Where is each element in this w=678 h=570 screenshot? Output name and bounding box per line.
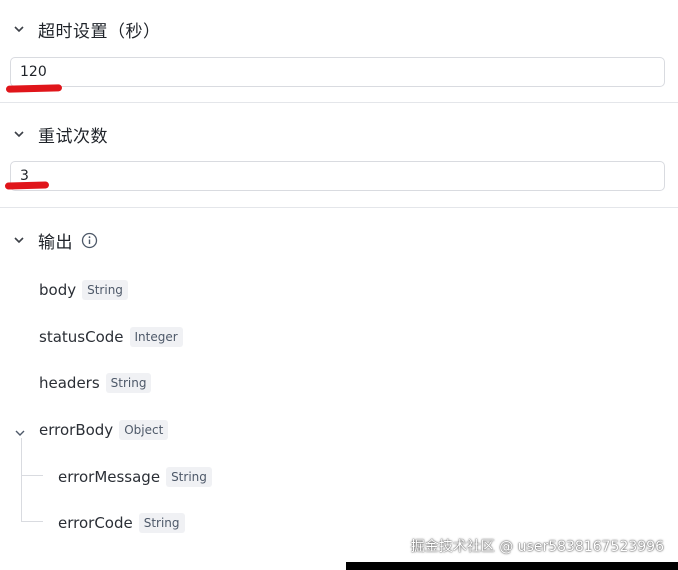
- section-divider: [0, 207, 678, 208]
- chevron-down-icon: [12, 22, 26, 36]
- output-field-row: body String: [39, 278, 128, 302]
- tree-connector: [21, 438, 22, 521]
- retry-input[interactable]: [20, 168, 664, 184]
- tree-connector: [21, 475, 43, 476]
- output-field-name: errorCode: [58, 514, 133, 532]
- output-field-row: errorCode String: [58, 511, 185, 535]
- output-field-row: headers String: [39, 371, 152, 395]
- retry-section-header[interactable]: 重试次数: [12, 121, 108, 147]
- timeout-section-header[interactable]: 超时设置（秒）: [12, 16, 161, 42]
- output-field-name: headers: [39, 374, 100, 392]
- timeout-input[interactable]: [20, 64, 664, 80]
- red-annotation-mark: [5, 84, 63, 93]
- type-tag: String: [82, 280, 128, 300]
- info-icon[interactable]: [81, 232, 98, 249]
- retry-field[interactable]: [10, 161, 665, 191]
- output-field-row: statusCode Integer: [39, 325, 183, 349]
- output-field-name: errorBody: [39, 421, 114, 439]
- watermark-text: 掘金技术社区 @ user5838167523996: [410, 539, 664, 555]
- type-tag: Integer: [129, 327, 183, 347]
- timeout-field[interactable]: [10, 57, 665, 87]
- chevron-down-icon: [12, 233, 26, 247]
- output-field-row-expandable[interactable]: errorBody Object: [39, 418, 169, 442]
- watermark-bar: [346, 562, 678, 570]
- type-tag: Object: [119, 420, 169, 440]
- output-field-row: errorMessage String: [58, 465, 212, 489]
- output-field-name: errorMessage: [58, 468, 161, 486]
- node-config-panel: 超时设置（秒） 重试次数 输出 body String: [0, 0, 678, 570]
- output-section-header[interactable]: 输出: [12, 227, 98, 253]
- chevron-down-icon[interactable]: [14, 424, 26, 436]
- red-annotation-mark: [4, 181, 50, 190]
- output-field-name: statusCode: [39, 328, 124, 346]
- section-divider: [0, 102, 678, 103]
- output-field-name: body: [39, 281, 77, 299]
- output-section-title: 输出: [38, 232, 73, 253]
- timeout-section-title: 超时设置（秒）: [38, 21, 161, 42]
- type-tag: String: [105, 373, 152, 393]
- retry-section-title: 重试次数: [38, 126, 108, 147]
- type-tag: String: [166, 467, 212, 487]
- chevron-down-icon: [12, 127, 26, 141]
- type-tag: String: [138, 513, 185, 533]
- tree-connector: [21, 521, 43, 522]
